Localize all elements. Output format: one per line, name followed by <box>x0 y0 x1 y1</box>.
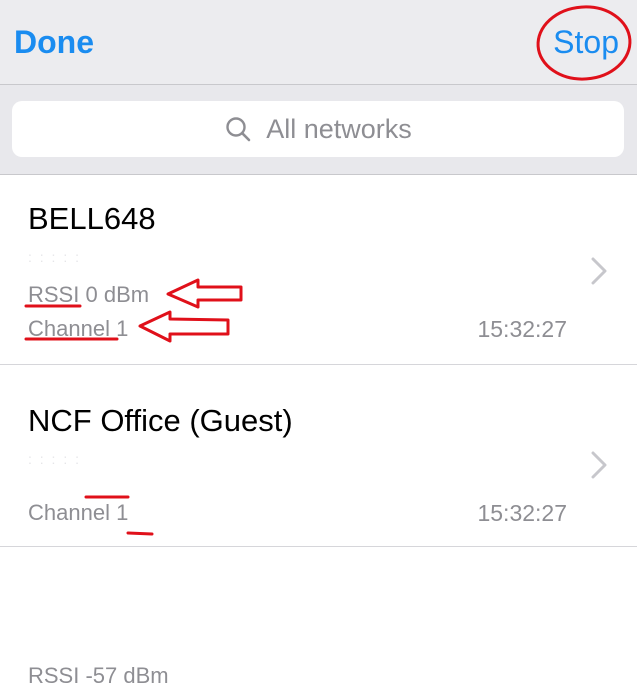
stop-button[interactable]: Stop <box>553 22 619 62</box>
rssi-label: RSSI <box>28 663 80 688</box>
channel-value: 1 <box>116 500 129 525</box>
rssi-value: 0 dBm <box>85 282 150 307</box>
channel-readout: Channel 1 <box>28 499 128 527</box>
network-list: BELL648 : : : : : RSSI 0 dBm Channel 1 1… <box>0 175 637 688</box>
network-ssid: NCF Office (Guest) <box>28 403 293 438</box>
rssi-readout: RSSI -57 dBm <box>28 662 169 690</box>
rssi-readout: RSSI 0 dBm <box>28 281 149 309</box>
channel-label: Channel <box>28 500 110 525</box>
search-input[interactable]: All networks <box>12 101 624 157</box>
done-button[interactable]: Done <box>14 22 94 62</box>
channel-readout: Channel 1 <box>28 315 128 343</box>
network-mac-address: : : : : : <box>28 249 82 265</box>
network-row[interactable]: BELL648 : : : : : RSSI 0 dBm Channel 1 1… <box>0 175 637 365</box>
search-bar-area: All networks <box>0 85 637 175</box>
rssi-value: -57 dBm <box>85 663 169 688</box>
chevron-right-icon <box>591 451 607 479</box>
network-row[interactable]: NCF Office (Guest) : : : : : RSSI -57 dB… <box>0 365 637 688</box>
rssi-label: RSSI <box>28 282 80 307</box>
chevron-right-icon <box>591 257 607 285</box>
navigation-bar: Done Stop <box>0 0 637 85</box>
channel-label: Channel <box>28 316 110 341</box>
search-icon <box>226 117 251 142</box>
network-ssid: BELL648 <box>28 201 156 236</box>
channel-value: 1 <box>116 316 129 341</box>
last-seen-time: 15:32:27 <box>477 500 567 526</box>
last-seen-time: 15:32:27 <box>477 316 567 342</box>
network-mac-address: : : : : : <box>28 451 82 467</box>
search-placeholder: All networks <box>266 113 412 144</box>
